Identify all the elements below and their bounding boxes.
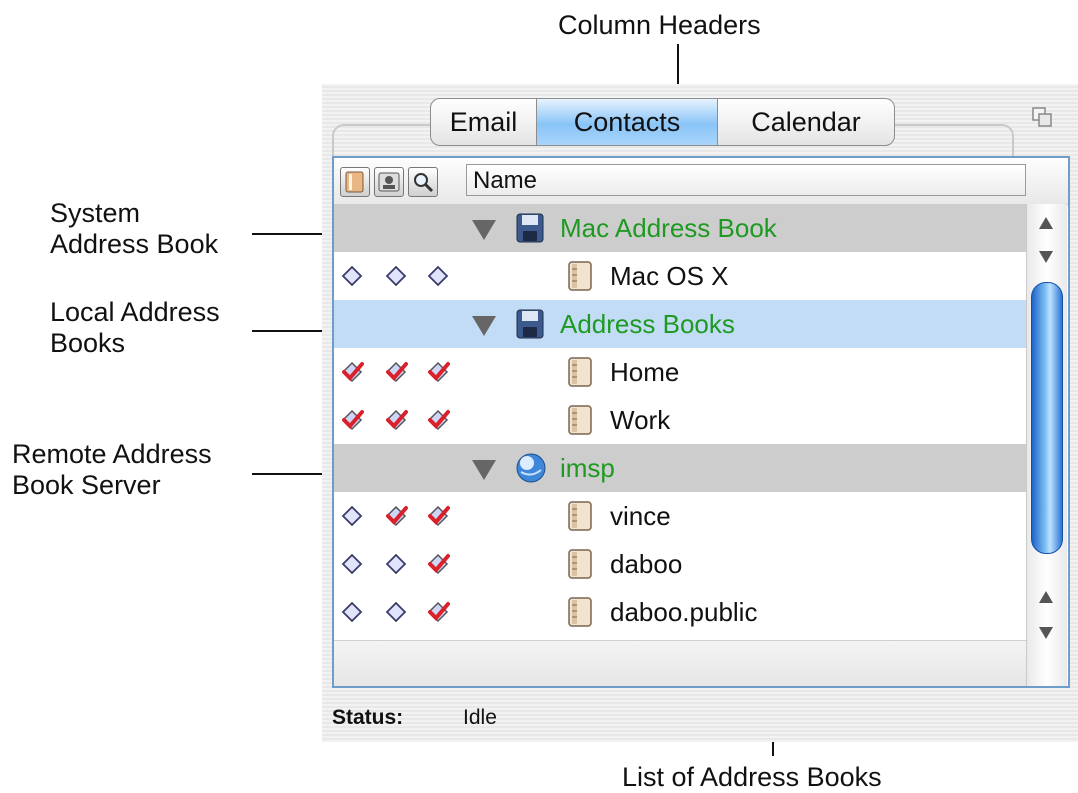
address-book-row[interactable]: vince [334,492,1026,540]
address-book-label: daboo [610,549,683,579]
address-book-label: vince [610,501,671,531]
address-book-label: daboo.public [610,597,758,627]
disclosure-triangle-icon[interactable] [472,220,496,240]
address-book-icon [566,260,594,292]
disclosure-triangle-icon[interactable] [472,460,496,480]
address-book-window: Email Contacts Calendar Name Mac Address… [322,84,1078,742]
tab-email[interactable]: Email [430,98,537,146]
status-label: Status: [332,706,404,729]
floppy-icon [515,212,545,244]
checked-mark-icon[interactable] [426,408,450,432]
unchecked-diamond-icon[interactable] [384,264,408,288]
floppy-icon [515,308,545,340]
address-book-list-panel: Name Mac Address Book Mac OS X Address Boo… [332,156,1070,688]
scroll-thumb[interactable] [1031,282,1063,554]
tab-calendar[interactable]: Calendar [717,98,895,146]
checked-mark-icon[interactable] [426,600,450,624]
disclosure-triangle-icon[interactable] [472,316,496,336]
address-book-row[interactable]: Mac OS X [334,252,1026,300]
column-headers: Name [334,158,1068,205]
book-header-icon [345,171,364,193]
tab-contacts[interactable]: Contacts [537,98,717,146]
checked-mark-icon[interactable] [384,360,408,384]
unchecked-diamond-icon[interactable] [384,600,408,624]
tab-bar: Email Contacts Calendar [430,98,895,146]
annotation-remote-line2: Book Server [12,470,161,500]
address-book-icon [566,596,594,628]
group-label: imsp [560,453,615,483]
address-book-icon [566,356,594,388]
unchecked-diamond-icon[interactable] [340,504,364,528]
address-book-group-row[interactable]: imsp [334,444,1026,492]
group-label: Mac Address Book [560,213,777,243]
annotation-system-line2: Address Book [50,229,219,259]
annotation-list-of-address-books: List of Address Books [622,762,882,792]
checked-mark-icon[interactable] [384,504,408,528]
annotation-local-line1: Local Address [50,297,220,327]
address-book-icon [566,548,594,580]
status-value: Idle [463,706,497,729]
header-book-button[interactable] [340,167,370,197]
scroll-down-arrow-icon[interactable] [1037,624,1055,642]
checked-mark-icon[interactable] [426,504,450,528]
vertical-scrollbar[interactable] [1026,204,1067,686]
address-book-row[interactable]: Work [334,396,1026,444]
checked-mark-icon[interactable] [426,360,450,384]
address-book-icon [566,500,594,532]
annotation-remote-line1: Remote Address [12,439,212,469]
address-book-label: Mac OS X [610,261,729,291]
scroll-down-arrow-icon[interactable] [1037,248,1055,266]
status-bar: Status: Idle [332,706,497,730]
address-book-label: Work [610,405,671,435]
annotation-system-line1: System [50,198,141,228]
address-book-group-row[interactable]: Mac Address Book [334,204,1026,252]
annotation-column-headers: Column Headers [558,10,761,40]
scroll-up-arrow-icon[interactable] [1037,214,1055,232]
globe-icon [515,452,546,484]
address-book-label: Home [610,357,680,387]
unchecked-diamond-icon[interactable] [426,264,450,288]
header-contacts-button[interactable] [374,167,404,197]
unchecked-diamond-icon[interactable] [340,264,364,288]
group-label: Address Books [560,309,735,339]
address-book-row[interactable]: Home [334,348,1026,396]
header-search-button[interactable] [408,167,438,197]
address-book-group-row[interactable]: Address Books [334,300,1026,348]
name-column-header[interactable]: Name [466,164,1026,196]
list-bottom-bar [334,640,1026,686]
checked-mark-icon[interactable] [340,360,364,384]
checked-mark-icon[interactable] [340,408,364,432]
unchecked-diamond-icon[interactable] [340,552,364,576]
scroll-up-arrow-icon[interactable] [1037,588,1055,606]
window-zoom-icon[interactable] [1030,105,1054,129]
checked-mark-icon[interactable] [384,408,408,432]
checked-mark-icon[interactable] [426,552,450,576]
address-book-row[interactable]: daboo [334,540,1026,588]
annotation-local-line2: Books [50,328,126,358]
unchecked-diamond-icon[interactable] [384,552,408,576]
search-header-icon [414,173,434,193]
person-header-icon [378,172,400,192]
address-book-icon [566,404,594,436]
unchecked-diamond-icon[interactable] [340,600,364,624]
address-book-row[interactable]: daboo.public [334,588,1026,636]
